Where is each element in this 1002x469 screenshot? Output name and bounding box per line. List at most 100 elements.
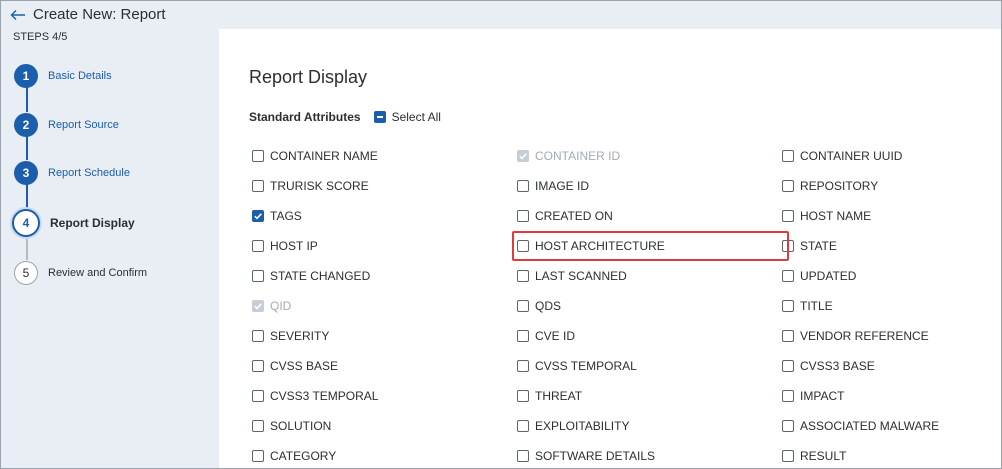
checkbox-label: HOST IP (270, 239, 318, 253)
checkbox-host-ip[interactable]: HOST IP (252, 238, 517, 254)
checkbox-exploitability[interactable]: EXPLOITABILITY (517, 418, 782, 434)
checkbox-box (252, 240, 264, 252)
step-number: 2 (14, 113, 38, 137)
checkbox-cve-id[interactable]: CVE ID (517, 328, 782, 344)
checkbox-result[interactable]: RESULT (782, 448, 1001, 464)
checkbox-box (517, 450, 529, 462)
checkbox-category[interactable]: CATEGORY (252, 448, 517, 464)
checkbox-label: CONTAINER ID (535, 149, 621, 163)
step-label: Report Source (48, 119, 119, 131)
checkbox-severity[interactable]: SEVERITY (252, 328, 517, 344)
checkbox-label: UPDATED (800, 269, 857, 283)
checkbox-associated-malware[interactable]: ASSOCIATED MALWARE (782, 418, 1001, 434)
checkbox-label: CVSS3 BASE (800, 359, 875, 373)
step-review-and-confirm[interactable]: 5 Review and Confirm (14, 261, 147, 285)
checkbox-container-id: CONTAINER ID (517, 148, 782, 164)
checkbox-label: IMAGE ID (535, 179, 590, 193)
checkbox-label: HOST NAME (800, 209, 872, 223)
checkbox-host-name[interactable]: HOST NAME (782, 208, 1001, 224)
step-report-schedule[interactable]: 3 Report Schedule (14, 161, 130, 185)
checkbox-box (782, 360, 794, 372)
checkbox-label: IMPACT (800, 389, 845, 403)
checkbox-threat[interactable]: THREAT (517, 388, 782, 404)
checkbox-container-name[interactable]: CONTAINER NAME (252, 148, 517, 164)
section-title: Report Display (249, 67, 368, 87)
checkbox-qid: QID (252, 298, 517, 314)
checkbox-title[interactable]: TITLE (782, 298, 1001, 314)
checkbox-label: STATE CHANGED (270, 269, 371, 283)
checkbox-cvss3-temporal[interactable]: CVSS3 TEMPORAL (252, 388, 517, 404)
standard-attributes-label: Standard Attributes (249, 110, 361, 124)
checkbox-label: SEVERITY (270, 329, 330, 343)
checkbox-tags[interactable]: TAGS (252, 208, 517, 224)
checkbox-box (252, 390, 264, 402)
main-panel: Report Display Standard Attributes Selec… (219, 29, 1001, 468)
checkbox-cvss-base[interactable]: CVSS BASE (252, 358, 517, 374)
checkbox-box (782, 270, 794, 282)
checkbox-box (517, 180, 529, 192)
checkbox-box (782, 150, 794, 162)
checkbox-image-id[interactable]: IMAGE ID (517, 178, 782, 194)
checkbox-impact[interactable]: IMPACT (782, 388, 1001, 404)
checkbox-label: STATE (800, 239, 837, 253)
checkbox-label: VENDOR REFERENCE (800, 329, 929, 343)
checkbox-box (252, 270, 264, 282)
checkbox-repository[interactable]: REPOSITORY (782, 178, 1001, 194)
checkbox-box (252, 150, 264, 162)
title-bar: Create New: Report (1, 1, 1001, 28)
checkbox-label: TITLE (800, 299, 833, 313)
step-connector (26, 184, 28, 208)
checkbox-label: TAGS (270, 209, 302, 223)
checkbox-qds[interactable]: QDS (517, 298, 782, 314)
checkbox-label: QDS (535, 299, 562, 313)
checkbox-trurisk-score[interactable]: TRURISK SCORE (252, 178, 517, 194)
select-all-label: Select All (391, 110, 441, 124)
step-report-display[interactable]: 4 Report Display (12, 209, 135, 237)
checkbox-box (517, 330, 529, 342)
step-number: 3 (14, 161, 38, 185)
checkbox-solution[interactable]: SOLUTION (252, 418, 517, 434)
checkbox-label: THREAT (535, 389, 583, 403)
check-icon (252, 300, 264, 312)
attributes-grid: CONTAINER NAME CONTAINER ID CONTAINER UUID… (252, 148, 1001, 468)
checkbox-last-scanned[interactable]: LAST SCANNED (517, 268, 782, 284)
wizard-sidebar: STEPS 4/5 1 Basic Details 2 Report Sourc… (1, 28, 218, 468)
checkbox-box (517, 210, 529, 222)
checkbox-box (782, 300, 794, 312)
checkbox-container-uuid[interactable]: CONTAINER UUID (782, 148, 1001, 164)
checkbox-software-details[interactable]: SOFTWARE DETAILS (517, 448, 782, 464)
step-basic-details[interactable]: 1 Basic Details (14, 64, 112, 88)
checkbox-box (252, 360, 264, 372)
checkbox-created-on[interactable]: CREATED ON (517, 208, 782, 224)
checkbox-vendor-reference[interactable]: VENDOR REFERENCE (782, 328, 1001, 344)
step-label: Basic Details (48, 70, 112, 82)
select-all-checkbox[interactable]: Select All (373, 110, 441, 124)
checkbox-updated[interactable]: UPDATED (782, 268, 1001, 284)
checkbox-label: SOLUTION (270, 419, 332, 433)
step-label: Review and Confirm (48, 267, 148, 279)
checkbox-label: CONTAINER NAME (270, 149, 378, 163)
checkbox-label: CVSS BASE (270, 359, 339, 373)
checkbox-cvss3-base[interactable]: CVSS3 BASE (782, 358, 1001, 374)
checkbox-box (782, 180, 794, 192)
checkbox-box (782, 210, 794, 222)
checkbox-state[interactable]: STATE (782, 238, 1001, 254)
checkbox-label: CATEGORY (270, 449, 337, 463)
minus-icon (373, 111, 386, 123)
checkbox-box (782, 330, 794, 342)
checkbox-box (517, 270, 529, 282)
checkbox-label: CREATED ON (535, 209, 613, 223)
step-connector (26, 236, 28, 260)
step-label: Report Display (50, 216, 135, 230)
checkbox-box (517, 420, 529, 432)
checkbox-box (517, 300, 529, 312)
checkbox-label: RESULT (800, 449, 847, 463)
checkbox-cvss-temporal[interactable]: CVSS TEMPORAL (517, 358, 782, 374)
checkbox-label: CVSS3 TEMPORAL (270, 389, 379, 403)
back-arrow-icon[interactable] (10, 6, 28, 24)
steps-counter: STEPS 4/5 (13, 31, 68, 43)
step-connector (26, 136, 28, 160)
checkbox-box (517, 360, 529, 372)
step-report-source[interactable]: 2 Report Source (14, 113, 119, 137)
checkbox-state-changed[interactable]: STATE CHANGED (252, 268, 517, 284)
